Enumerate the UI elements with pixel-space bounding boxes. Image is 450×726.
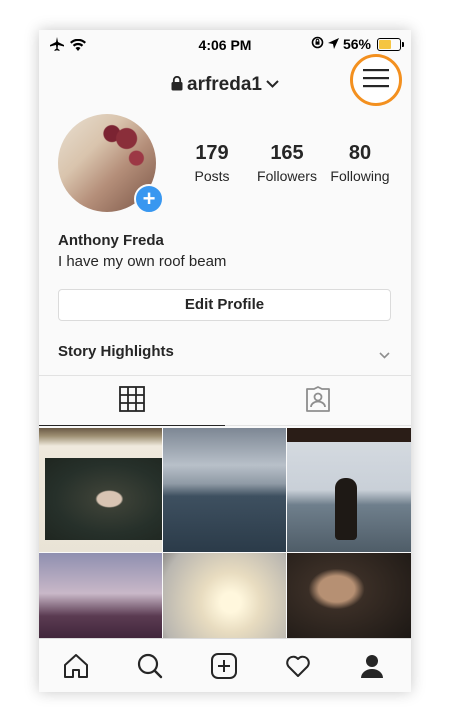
photo-thumbnail[interactable] bbox=[39, 428, 162, 552]
edit-profile-button[interactable]: Edit Profile bbox=[58, 289, 391, 321]
following-count: 80 bbox=[348, 142, 372, 164]
status-bar: 4:06 PM 56% bbox=[39, 30, 411, 60]
posts-stat[interactable]: 179 Posts bbox=[182, 142, 242, 184]
hamburger-menu-button[interactable] bbox=[350, 54, 402, 106]
tagged-icon bbox=[305, 385, 331, 417]
tab-tagged[interactable] bbox=[225, 376, 411, 426]
photo-thumbnail[interactable] bbox=[39, 553, 162, 643]
activity-heart-icon[interactable] bbox=[281, 649, 315, 683]
grid-icon bbox=[119, 385, 145, 417]
posts-label: Posts bbox=[194, 168, 230, 184]
followers-label: Followers bbox=[257, 168, 317, 184]
following-label: Following bbox=[330, 168, 390, 184]
profile-name: Anthony Freda bbox=[58, 232, 164, 249]
phone-screen: 4:06 PM 56% arfreda1 + 179 Posts 165 Fol… bbox=[39, 30, 411, 692]
following-stat[interactable]: 80 Following bbox=[327, 142, 393, 184]
chevron-down-icon[interactable] bbox=[379, 346, 390, 364]
home-icon[interactable] bbox=[59, 649, 93, 683]
username-label: arfreda1 bbox=[187, 74, 262, 95]
photo-thumbnail[interactable] bbox=[163, 553, 286, 643]
battery-icon bbox=[377, 37, 404, 51]
hamburger-menu-icon bbox=[363, 68, 389, 93]
add-post-icon[interactable] bbox=[207, 649, 241, 683]
followers-count: 165 bbox=[270, 142, 304, 164]
lock-icon bbox=[171, 75, 183, 97]
posts-count: 179 bbox=[195, 142, 229, 164]
active-tab-indicator bbox=[39, 425, 225, 426]
photo-thumbnail[interactable] bbox=[163, 428, 286, 552]
profile-bio: I have my own roof beam bbox=[58, 253, 227, 270]
search-icon[interactable] bbox=[133, 649, 167, 683]
location-arrow-icon bbox=[327, 36, 339, 52]
add-story-icon[interactable]: + bbox=[134, 184, 164, 214]
battery-percent: 56% bbox=[342, 36, 371, 52]
bottom-navigation bbox=[39, 638, 411, 692]
photo-thumbnail[interactable] bbox=[287, 553, 411, 643]
tab-grid[interactable] bbox=[39, 376, 225, 426]
tab-border bbox=[225, 425, 411, 426]
story-highlights-label[interactable]: Story Highlights bbox=[58, 343, 174, 360]
orientation-lock-icon bbox=[311, 36, 324, 52]
chevron-down-icon bbox=[266, 72, 279, 94]
followers-stat[interactable]: 165 Followers bbox=[251, 142, 323, 184]
profile-icon[interactable] bbox=[355, 649, 389, 683]
photo-thumbnail[interactable] bbox=[287, 428, 411, 552]
